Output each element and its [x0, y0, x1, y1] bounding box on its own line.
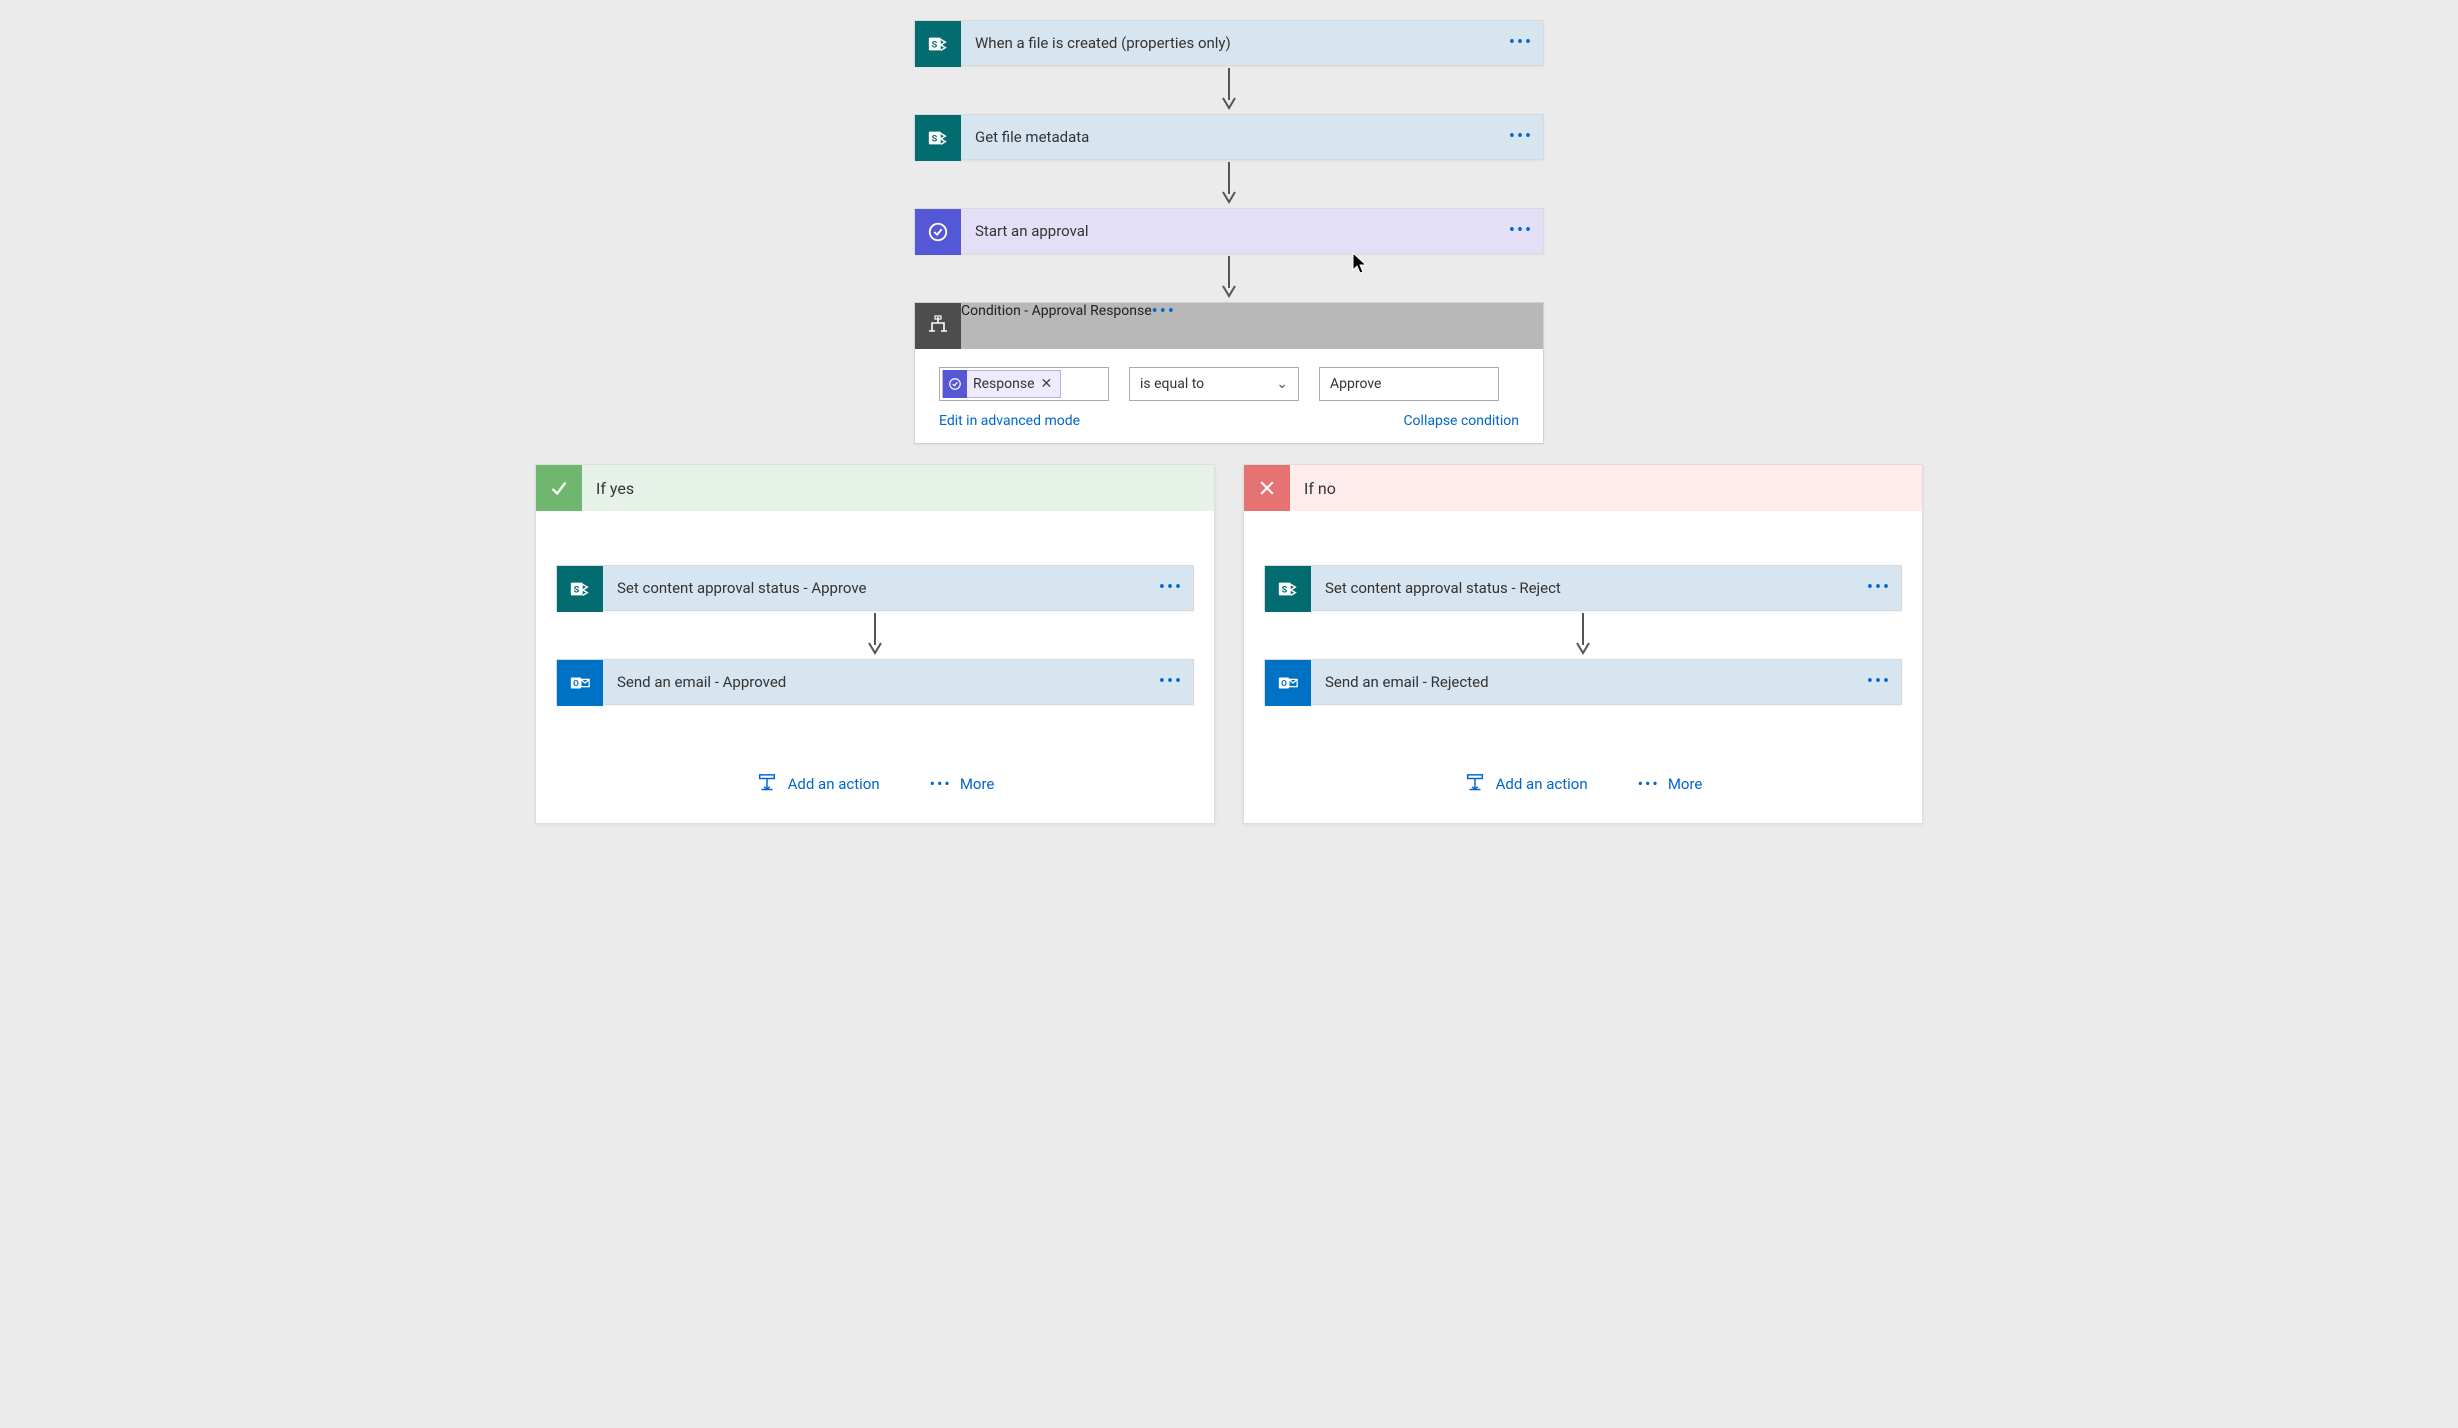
step-get-metadata[interactable]: S Get file metadata •••: [914, 114, 1544, 160]
condition-title: Condition - Approval Response: [961, 303, 1152, 349]
svg-text:O: O: [573, 679, 579, 689]
sharepoint-icon: S: [915, 21, 961, 67]
condition-icon: [915, 303, 961, 349]
outlook-icon: O: [1265, 660, 1311, 706]
ellipsis-icon: •••: [1509, 34, 1533, 52]
branch-header-yes[interactable]: If yes: [536, 465, 1214, 511]
arrow-connector: [1219, 160, 1239, 208]
step-set-approval-approve[interactable]: S Set content approval status - Approve …: [556, 565, 1194, 611]
condition-value-input[interactable]: Approve: [1319, 367, 1499, 401]
chevron-down-icon: ⌄: [1276, 376, 1288, 392]
branch-if-no: If no S Set content approval status - Re…: [1243, 464, 1923, 824]
condition-body: Response ✕ is equal to ⌄ Approve Edit in…: [915, 349, 1543, 443]
more-button[interactable]: •••: [1152, 303, 1176, 349]
more-button[interactable]: •••: [1149, 660, 1193, 704]
add-action-label: Add an action: [1496, 775, 1588, 793]
step-start-approval[interactable]: Start an approval •••: [914, 208, 1544, 254]
step-label: Get file metadata: [961, 115, 1499, 159]
condition-card: Condition - Approval Response ••• Respon…: [914, 302, 1544, 444]
ellipsis-icon: •••: [1152, 301, 1176, 322]
flow-canvas: S When a file is created (properties onl…: [20, 20, 2438, 824]
more-button[interactable]: •••: [1499, 209, 1543, 253]
step-trigger[interactable]: S When a file is created (properties onl…: [914, 20, 1544, 66]
step-label: Set content approval status - Approve: [603, 566, 1149, 610]
branch-title: If yes: [582, 465, 648, 511]
svg-text:S: S: [1282, 586, 1288, 596]
svg-text:S: S: [932, 135, 938, 145]
svg-text:O: O: [1281, 679, 1287, 689]
more-actions-button[interactable]: ••• More: [1638, 775, 1703, 793]
branch-title: If no: [1290, 465, 1350, 511]
collapse-condition-link[interactable]: Collapse condition: [1403, 413, 1519, 429]
condition-value: Approve: [1330, 376, 1381, 392]
ellipsis-icon: •••: [1867, 673, 1891, 691]
outlook-icon: O: [557, 660, 603, 706]
arrow-connector: [1219, 66, 1239, 114]
more-button[interactable]: •••: [1857, 660, 1901, 704]
condition-branches: If yes S Set content approval status - A…: [20, 464, 2438, 824]
arrow-connector: [1219, 254, 1239, 302]
token-label: Response: [973, 376, 1035, 392]
sharepoint-icon: S: [915, 115, 961, 161]
add-step-icon: [1464, 773, 1486, 795]
arrow-connector: [1573, 611, 1593, 659]
ellipsis-icon: •••: [1509, 128, 1533, 146]
approval-icon: [915, 209, 961, 255]
condition-operand-left[interactable]: Response ✕: [939, 367, 1109, 401]
step-label: When a file is created (properties only): [961, 21, 1499, 65]
more-label: More: [1668, 775, 1703, 793]
ellipsis-icon: •••: [1159, 673, 1183, 691]
sharepoint-icon: S: [1265, 566, 1311, 612]
step-label: Set content approval status - Reject: [1311, 566, 1857, 610]
add-action-button[interactable]: Add an action: [756, 773, 880, 795]
add-action-label: Add an action: [788, 775, 880, 793]
add-action-button[interactable]: Add an action: [1464, 773, 1588, 795]
cross-icon: [1244, 465, 1290, 511]
ellipsis-icon: •••: [1159, 579, 1183, 597]
more-button[interactable]: •••: [1857, 566, 1901, 610]
step-label: Send an email - Approved: [603, 660, 1149, 704]
ellipsis-icon: •••: [1867, 579, 1891, 597]
step-label: Send an email - Rejected: [1311, 660, 1857, 704]
svg-text:S: S: [574, 586, 580, 596]
operator-value: is equal to: [1140, 376, 1204, 392]
mouse-cursor-icon: [1352, 252, 1368, 276]
step-label: Start an approval: [961, 209, 1499, 253]
remove-token-icon[interactable]: ✕: [1041, 376, 1053, 392]
ellipsis-icon: •••: [930, 776, 952, 792]
approval-icon: [943, 370, 967, 398]
edit-advanced-link[interactable]: Edit in advanced mode: [939, 413, 1080, 429]
step-send-email-rejected[interactable]: O Send an email - Rejected •••: [1264, 659, 1902, 705]
step-set-approval-reject[interactable]: S Set content approval status - Reject •…: [1264, 565, 1902, 611]
dynamic-token[interactable]: Response ✕: [942, 370, 1061, 398]
more-actions-button[interactable]: ••• More: [930, 775, 995, 793]
ellipsis-icon: •••: [1638, 776, 1660, 792]
arrow-connector: [865, 611, 885, 659]
more-label: More: [960, 775, 995, 793]
more-button[interactable]: •••: [1499, 115, 1543, 159]
svg-text:S: S: [932, 41, 938, 51]
more-button[interactable]: •••: [1149, 566, 1193, 610]
branch-header-no[interactable]: If no: [1244, 465, 1922, 511]
more-button[interactable]: •••: [1499, 21, 1543, 65]
sharepoint-icon: S: [557, 566, 603, 612]
condition-operator-select[interactable]: is equal to ⌄: [1129, 367, 1299, 401]
ellipsis-icon: •••: [1509, 222, 1533, 240]
condition-header[interactable]: Condition - Approval Response •••: [915, 303, 1543, 349]
checkmark-icon: [536, 465, 582, 511]
add-step-icon: [756, 773, 778, 795]
branch-if-yes: If yes S Set content approval status - A…: [535, 464, 1215, 824]
step-send-email-approved[interactable]: O Send an email - Approved •••: [556, 659, 1194, 705]
